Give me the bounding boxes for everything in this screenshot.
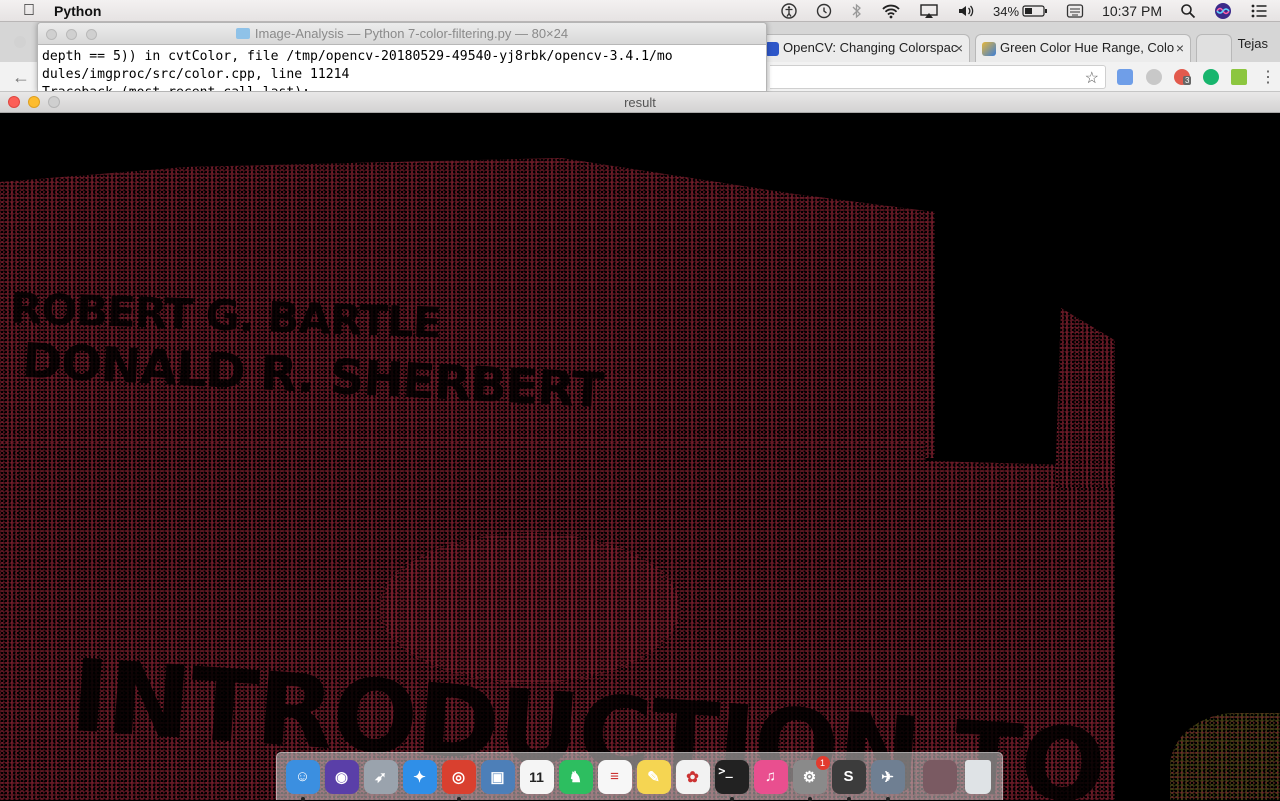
close-tab-icon[interactable]: × (1176, 40, 1184, 56)
terminal-output[interactable]: depth == 5)) in cvtColor, file /tmp/open… (38, 45, 766, 91)
terminal-title-bar[interactable]: Image-Analysis — Python 7-color-filterin… (38, 23, 766, 45)
grammarly-icon[interactable] (1203, 69, 1219, 85)
dock-icon-glyph: ◉ (334, 768, 349, 786)
dock-icon-glyph: >_ (718, 763, 733, 778)
siri-icon[interactable] (1214, 2, 1232, 20)
dock-icon-glyph: ✎ (647, 768, 660, 786)
dock-photos-icon[interactable]: ✿ (675, 759, 710, 794)
download-extension-icon[interactable] (1231, 69, 1247, 85)
clock[interactable]: 10:37 PM (1102, 3, 1162, 19)
downloads-stack-icon[interactable] (922, 759, 957, 794)
dock-siri-icon[interactable]: ◉ (324, 759, 359, 794)
site-favicon-icon (982, 42, 996, 56)
dock-icon-glyph: ◎ (451, 768, 466, 786)
dock-finder-icon[interactable]: ☺ (285, 759, 320, 801)
globe-extension-icon[interactable] (1146, 69, 1162, 85)
dock-separator (913, 758, 914, 795)
result-image-canvas[interactable]: ROBERT G. BARTLE DONALD R. SHERBERT INTR… (0, 113, 1280, 800)
terminal-line: Traceback (most recent call last): (42, 84, 766, 91)
close-window-button[interactable] (46, 29, 57, 40)
dock-notes-icon[interactable]: ✎ (636, 759, 671, 794)
notification-badge: 1 (815, 755, 830, 770)
translate-extension-icon[interactable] (1117, 69, 1133, 85)
filtered-green-region (1170, 713, 1280, 800)
time-machine-icon[interactable] (815, 3, 833, 19)
app-menu-python[interactable]: Python (54, 3, 101, 19)
terminal-line: depth == 5)) in cvtColor, file /tmp/open… (42, 49, 673, 64)
dock-icon-glyph: ✈ (881, 768, 894, 786)
zoom-window-button[interactable] (86, 29, 97, 40)
dock-sublime-text-icon[interactable]: S (831, 759, 866, 801)
dock-itunes-icon[interactable]: ♫ (753, 759, 788, 794)
dock-icon-glyph: S (843, 768, 854, 785)
back-arrow-icon[interactable]: ← (12, 67, 30, 88)
tab-title: Green Color Hue Range, Colo (1000, 40, 1175, 55)
window-button-icon[interactable] (14, 36, 26, 48)
chrome-menu-icon[interactable]: ⋮ (1260, 67, 1276, 87)
accessibility-icon[interactable] (781, 3, 797, 19)
dock-icon-glyph: ✿ (686, 768, 699, 786)
minimize-window-button[interactable] (66, 29, 77, 40)
dock-icon-glyph: ☺ (294, 768, 311, 785)
address-bar[interactable]: ☆ (770, 65, 1106, 89)
result-window-title: result (624, 95, 656, 110)
tab-title: OpenCV: Changing Colorspac (783, 40, 958, 55)
dock-terminal-icon[interactable]: >_ (714, 759, 749, 801)
dock-safari-icon[interactable]: ✦ (402, 759, 437, 794)
dock-icon-glyph: ➶ (374, 768, 387, 786)
keyboard-input-icon[interactable] (1066, 3, 1084, 19)
dock-icon-glyph: ♫ (764, 768, 777, 785)
dock-icon-glyph: ▣ (490, 768, 505, 786)
wifi-icon[interactable] (881, 3, 901, 19)
bluetooth-icon[interactable] (851, 3, 863, 19)
zoom-window-button[interactable] (48, 96, 60, 108)
extension-badge: 3 (1183, 76, 1192, 85)
browser-tab-opencv-colorspaces[interactable]: OpenCV: Changing Colorspac × (758, 34, 970, 62)
dock-icon-glyph: 11 (529, 768, 544, 785)
terminal-window: Image-Analysis — Python 7-color-filterin… (37, 22, 767, 92)
dock-python-launcher-icon[interactable]: ✈ (870, 759, 905, 801)
dock-reminders-icon[interactable]: ≡ (597, 759, 632, 794)
airplay-icon[interactable] (919, 3, 939, 19)
folder-icon (235, 28, 250, 39)
trash-icon[interactable] (965, 759, 991, 794)
dock-icon-glyph: ≡ (610, 768, 619, 785)
new-tab-button[interactable] (1196, 34, 1232, 62)
dock-calendar-icon[interactable]: 11 (519, 759, 554, 794)
opencv-favicon-icon (765, 42, 779, 56)
dock-evernote-icon[interactable]: ♞ (558, 759, 593, 794)
minimize-window-button[interactable] (28, 96, 40, 108)
status-area: 34% 10:37 PM (772, 0, 1280, 22)
bookmark-star-icon[interactable]: ☆ (1085, 68, 1099, 88)
volume-icon[interactable] (957, 3, 975, 19)
dock-icon-glyph: ⚙ (802, 768, 817, 786)
close-window-button[interactable] (8, 96, 20, 108)
result-window-title-bar[interactable]: result (0, 92, 1280, 113)
battery-percent[interactable]: 34% (993, 4, 1019, 19)
terminal-title: Image-Analysis — Python 7-color-filterin… (254, 26, 569, 41)
apple-menu-icon[interactable]:  (19, 2, 39, 20)
close-tab-icon[interactable]: × (955, 40, 963, 56)
dock-icon-glyph: ♞ (568, 768, 583, 786)
dock-launchpad-icon[interactable]: ➶ (363, 759, 398, 794)
terminal-line: dules/imgproc/src/color.cpp, line 11214 (42, 67, 350, 82)
notification-center-icon[interactable] (1250, 3, 1268, 19)
dock-icon-glyph: ✦ (413, 768, 426, 786)
browser-tab-green-hue-range[interactable]: Green Color Hue Range, Colo × (975, 34, 1191, 62)
spotlight-search-icon[interactable] (1180, 3, 1196, 19)
dock-system-preferences-icon[interactable]: ⚙ 1 (792, 755, 830, 801)
dock-preview-icon[interactable]: ▣ (480, 759, 515, 794)
profile-name[interactable]: Tejas (1238, 36, 1268, 51)
dock-chrome-icon[interactable]: ◎ (441, 759, 476, 801)
filtered-red-region (1055, 308, 1115, 488)
menu-bar:  Python 34% 10:37 PM (0, 0, 1280, 22)
dock: ☺ ◉ ➶ ✦ ◎ ▣ 11 ♞ ≡ ✎ ✿ >_ ♫ ⚙ 1 S ✈ (276, 752, 1003, 801)
battery-icon[interactable] (1022, 4, 1048, 18)
